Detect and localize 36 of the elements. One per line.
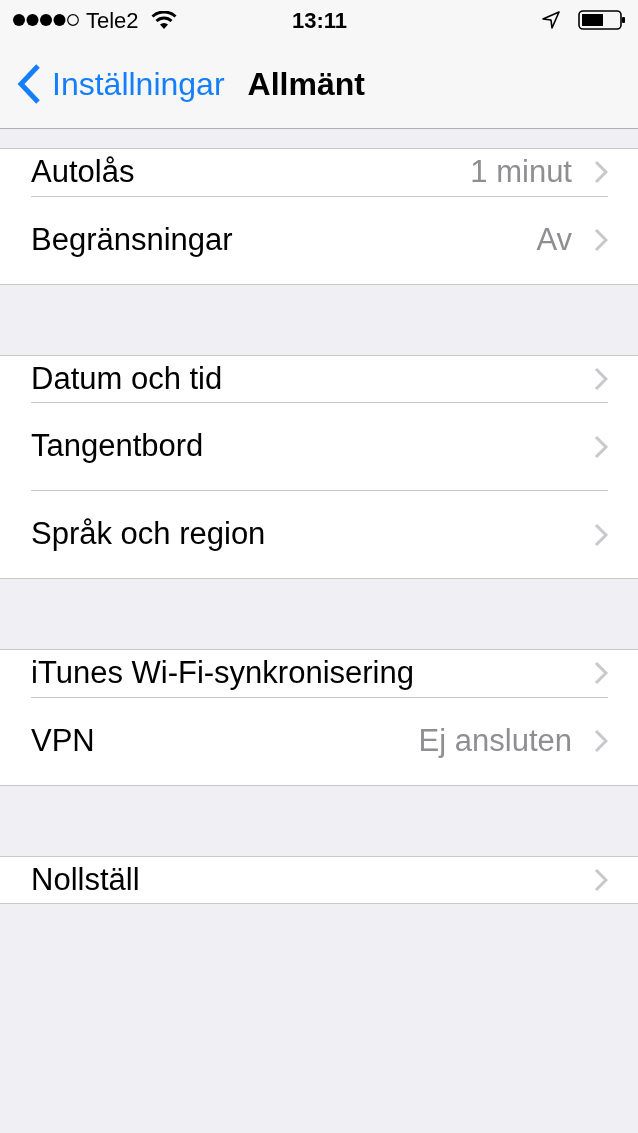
page-title: Allmänt [247,65,365,104]
chevron-icon [594,160,608,185]
row-label: Språk och region [31,515,266,554]
chevron-icon [594,228,608,252]
location-arrow-icon [542,11,560,29]
status-time: 13:11 [292,6,348,35]
row-label: VPN [31,721,95,760]
back-button[interactable]: Inställningar [16,60,225,108]
row-value: Av [536,220,572,259]
wifi-icon [150,10,177,30]
settings-row[interactable]: Tangentbord [0,402,638,490]
signal-strength-icon [12,13,80,27]
carrier-name: Tele2 [86,6,139,35]
chevron-icon [594,867,608,892]
row-label: Datum och tid [31,359,223,398]
row-label: Autolås [31,153,135,191]
chevron-icon [594,366,608,391]
row-label: iTunes Wi-Fi-synkronisering [31,654,414,692]
settings-row[interactable]: Nollställ [0,856,638,903]
settings-row[interactable]: Datum och tid [0,355,638,402]
row-value: Ej ansluten [418,721,572,760]
settings-row[interactable]: iTunes Wi-Fi-synkronisering [0,650,638,697]
row-value: 1 minut [470,153,572,191]
row-label: Begränsningar [31,220,233,259]
chevron-icon [594,729,608,753]
chevron-icon [594,522,608,547]
battery-icon [578,10,626,30]
row-label: Nollställ [31,860,140,899]
row-label: Tangentbord [31,427,204,466]
chevron-icon [594,434,608,459]
settings-row[interactable]: Autolås 1 minut [0,149,638,196]
settings-row[interactable]: Språk och region [0,490,638,578]
back-chevron-icon [16,63,42,105]
chevron-icon [594,661,608,686]
settings-row[interactable]: VPN Ej ansluten [0,696,638,785]
settings-row[interactable]: Begränsningar Av [0,195,638,284]
